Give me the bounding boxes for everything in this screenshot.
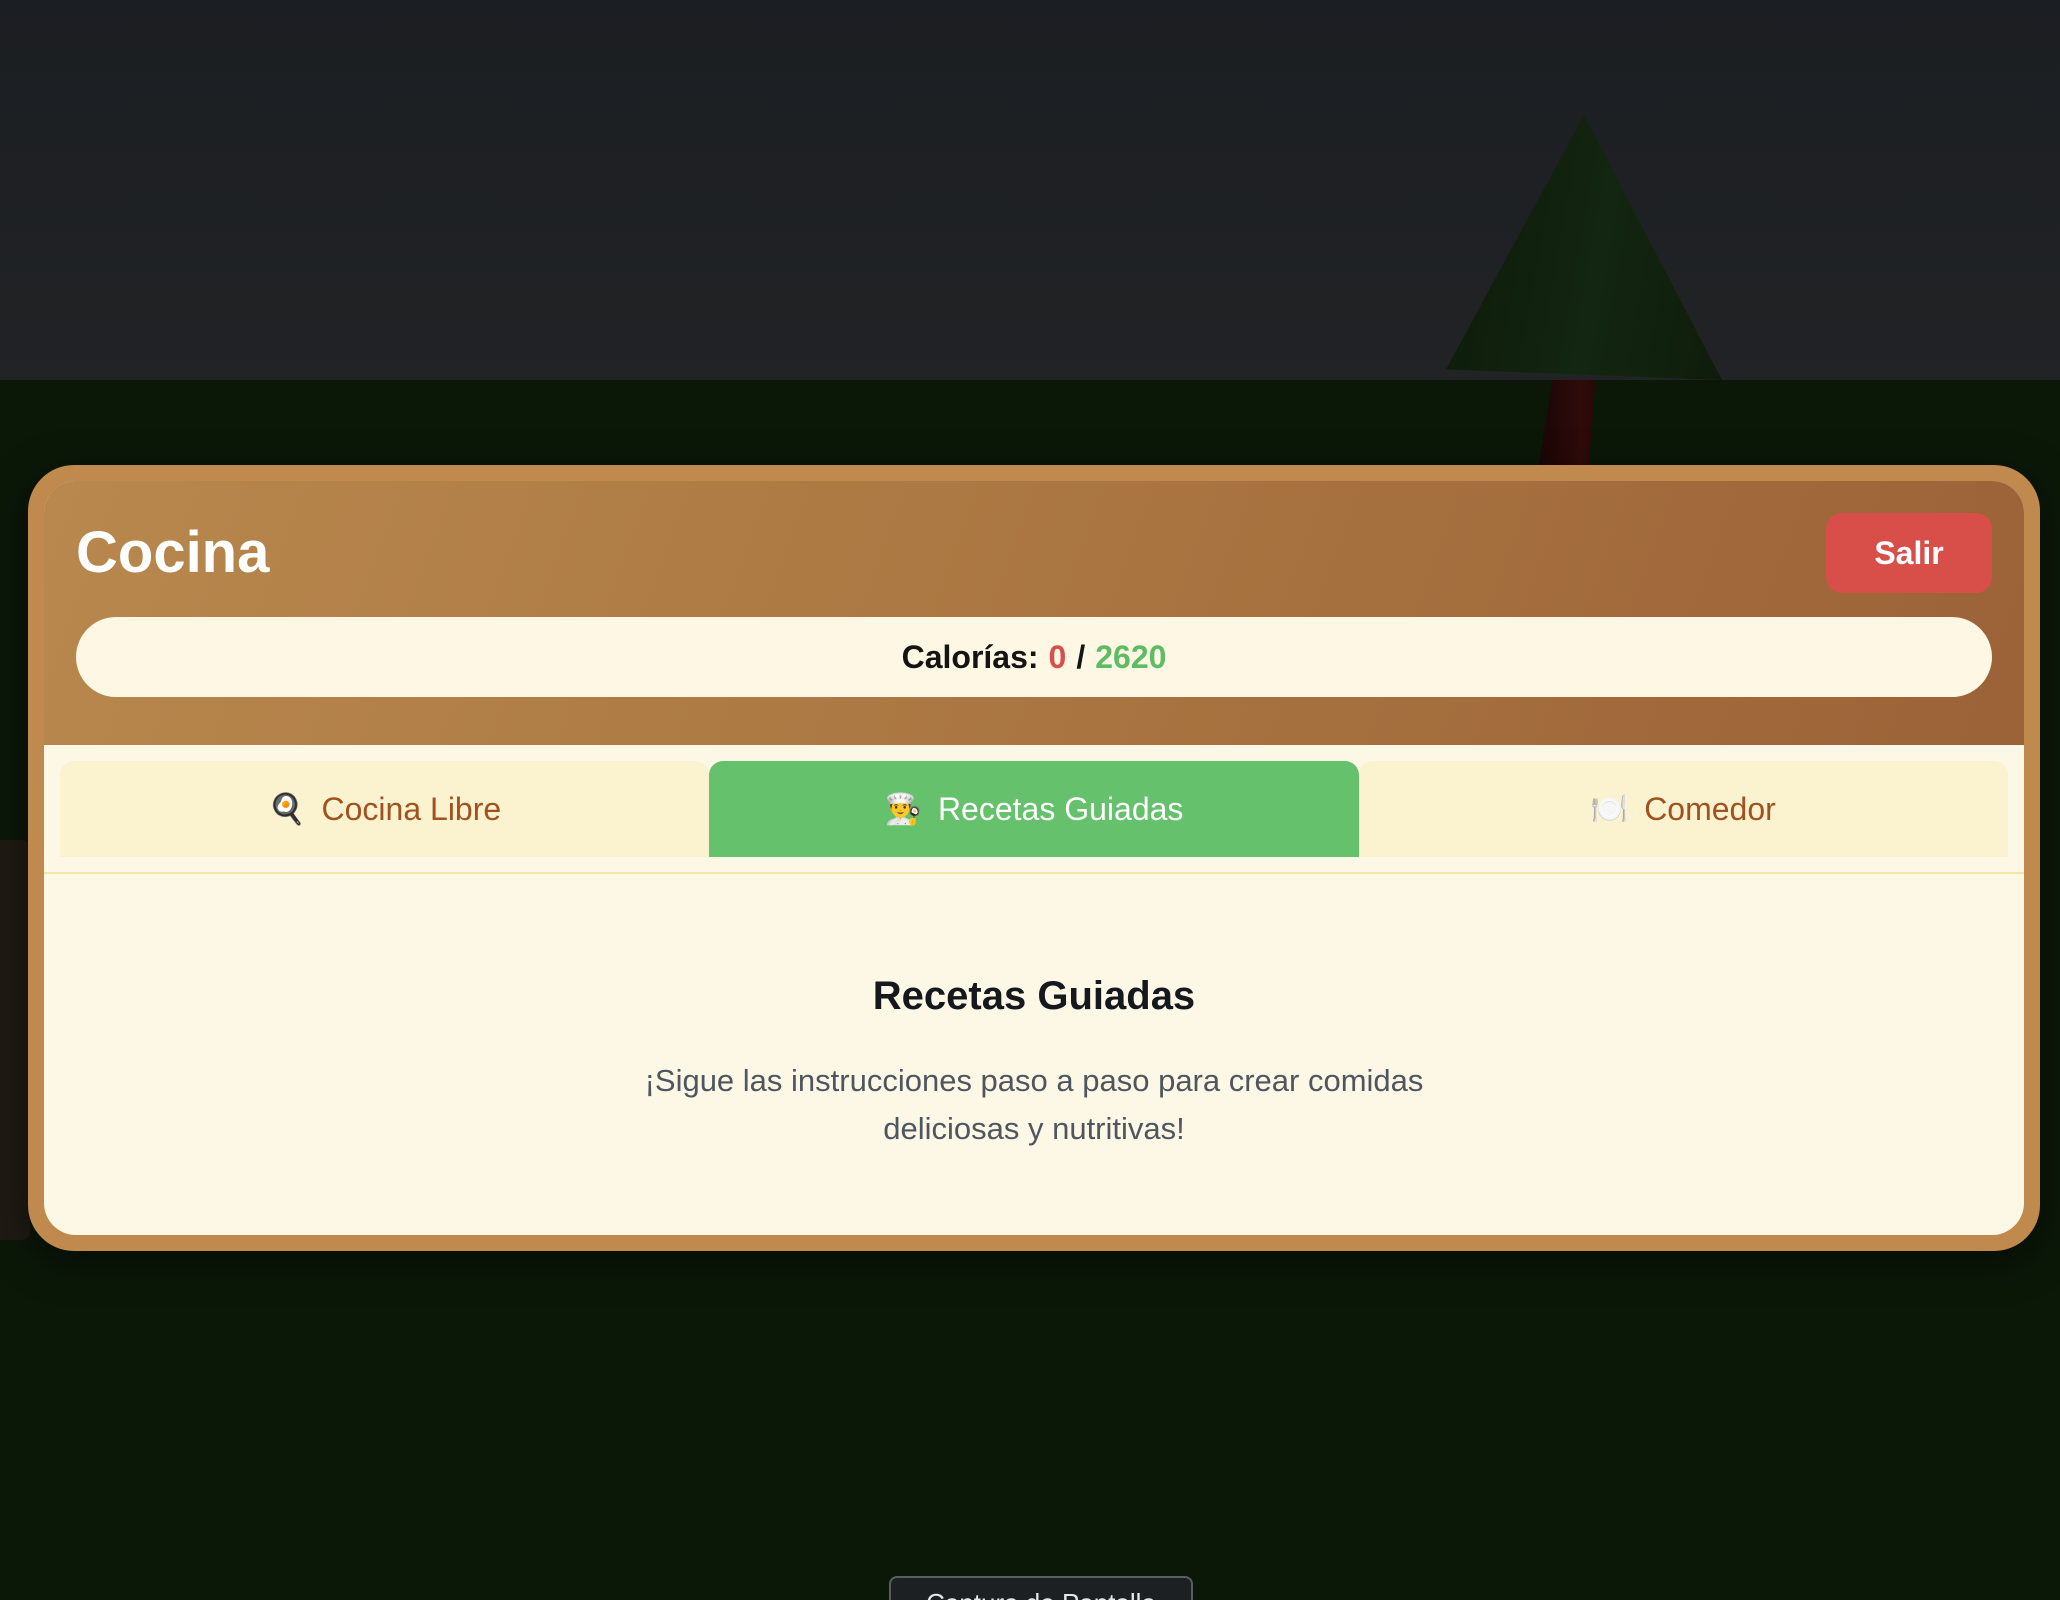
- calories-current: 0: [1048, 638, 1067, 675]
- tab-content: Recetas Guiadas ¡Sigue las instrucciones…: [44, 874, 2024, 1235]
- screenshot-button[interactable]: Captura de Pantalla: [889, 1576, 1193, 1600]
- calories-separator: /: [1076, 638, 1086, 675]
- page-title: Cocina: [76, 520, 270, 585]
- tab-cocina-libre[interactable]: 🍳 Cocina Libre: [60, 761, 710, 857]
- tab-label: Cocina Libre: [321, 790, 502, 827]
- calories-label: Calorías:: [901, 638, 1039, 675]
- section-description: ¡Sigue las instrucciones paso a paso par…: [644, 1063, 1424, 1146]
- calories-bar: Calorías: 0 / 2620: [76, 617, 1992, 697]
- section-heading: Recetas Guiadas: [872, 974, 1196, 1018]
- exit-button[interactable]: Salir: [1826, 513, 1992, 593]
- tab-label: Comedor: [1644, 790, 1776, 827]
- tab-recetas-guiadas[interactable]: 👨‍🍳 Recetas Guiadas: [709, 761, 1359, 857]
- chef-icon: 👨‍🍳: [884, 792, 922, 826]
- background-object: [0, 840, 30, 1240]
- tab-comedor[interactable]: 🍽️ Comedor: [1358, 761, 2008, 857]
- frying-pan-icon: 🍳: [268, 792, 306, 826]
- calories-target: 2620: [1095, 638, 1167, 675]
- kitchen-header: Cocina Salir Calorías: 0 / 2620: [44, 481, 2024, 745]
- plate-icon: 🍽️: [1590, 792, 1629, 826]
- kitchen-panel: Cocina Salir Calorías: 0 / 2620 🍳 Cocina…: [44, 481, 2024, 1235]
- sky: [0, 0, 2060, 380]
- game-scene: Cocina Salir Calorías: 0 / 2620 🍳 Cocina…: [0, 0, 2060, 1600]
- kitchen-tabs: 🍳 Cocina Libre 👨‍🍳 Recetas Guiadas 🍽️ Co…: [60, 761, 2008, 857]
- kitchen-modal: Cocina Salir Calorías: 0 / 2620 🍳 Cocina…: [28, 465, 2040, 1251]
- tab-label: Recetas Guiadas: [937, 790, 1184, 827]
